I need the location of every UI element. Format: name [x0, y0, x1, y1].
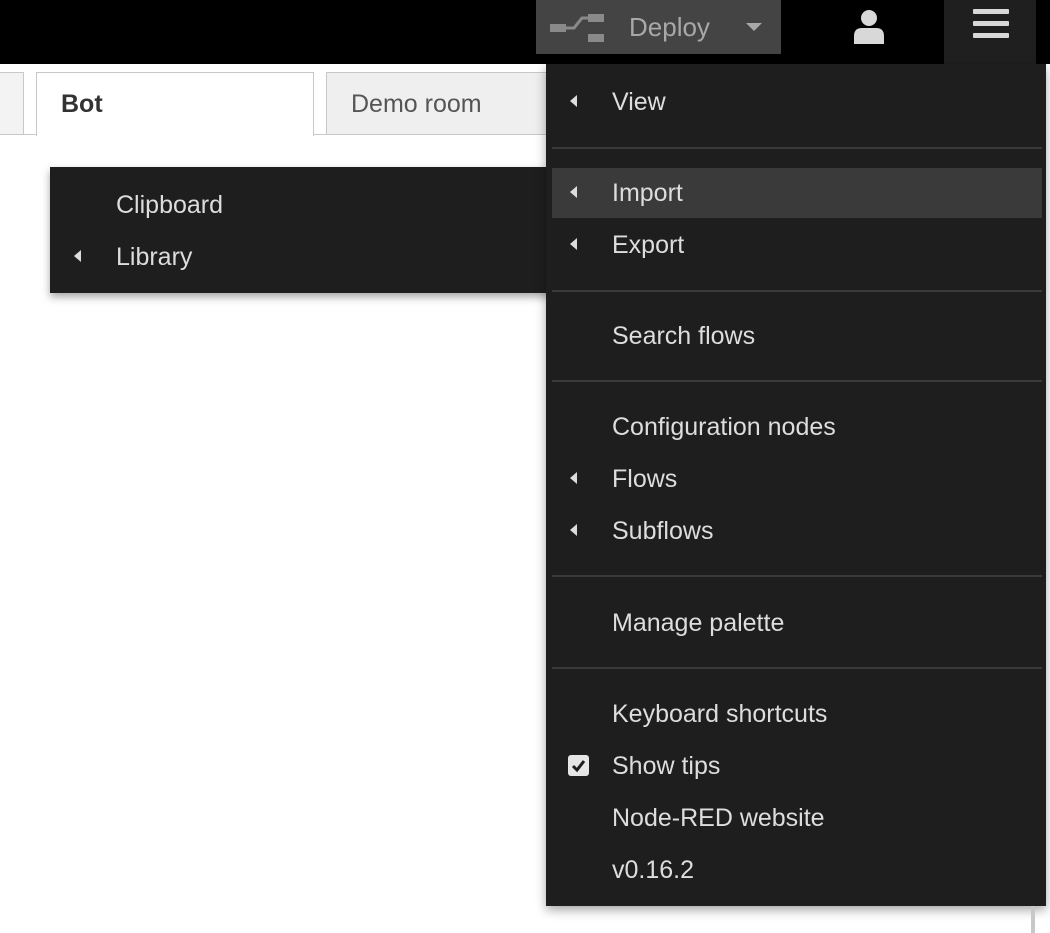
menu-item-node-red-website[interactable]: Node-RED website [546, 793, 1046, 843]
menu-item-label: Subflows [612, 517, 714, 545]
workspace-tabs: Bot Demo room [0, 64, 566, 136]
deploy-button[interactable]: Deploy [536, 0, 781, 54]
tab-label: Bot [61, 90, 103, 118]
menu-item-show-tips[interactable]: Show tips [546, 741, 1046, 791]
menu-item-subflows[interactable]: Subflows [546, 506, 1046, 556]
menu-item-label: Node-RED website [612, 804, 825, 832]
caret-left-icon [570, 524, 577, 536]
menu-divider [552, 667, 1042, 669]
menu-item-import[interactable]: Import [552, 168, 1042, 218]
menu-item-manage-palette[interactable]: Manage palette [546, 598, 1046, 648]
caret-left-icon [570, 95, 577, 107]
menu-item-label: Flows [612, 465, 678, 493]
menu-item-label: Search flows [612, 322, 756, 350]
menu-item-label: Export [612, 231, 685, 259]
menu-item-search-flows[interactable]: Search flows [546, 311, 1046, 361]
main-dropdown-menu: View Import Export Search flows Configur… [546, 64, 1046, 906]
menu-item-configuration-nodes[interactable]: Configuration nodes [546, 402, 1046, 452]
menu-item-export[interactable]: Export [546, 220, 1046, 270]
submenu-item-label: Clipboard [116, 191, 224, 219]
tab-demo-room[interactable]: Demo room [326, 72, 566, 134]
menu-item-version: v0.16.2 [546, 845, 1046, 895]
menu-item-label: Import [612, 179, 683, 207]
menu-item-label: Manage palette [612, 609, 785, 637]
caret-left-icon [570, 186, 577, 198]
chevron-down-icon[interactable] [746, 23, 762, 31]
checkbox-checked-icon[interactable] [568, 755, 589, 776]
caret-left-icon [570, 472, 577, 484]
menu-item-flows[interactable]: Flows [546, 454, 1046, 504]
menu-divider [552, 290, 1042, 292]
menu-divider [552, 575, 1042, 577]
user-menu-button[interactable] [838, 0, 900, 54]
menu-item-label: Configuration nodes [612, 413, 836, 441]
main-menu-button[interactable] [944, 0, 1036, 64]
menu-item-keyboard-shortcuts[interactable]: Keyboard shortcuts [546, 689, 1046, 739]
app-header: Deploy [0, 0, 1050, 64]
user-icon [854, 10, 884, 44]
submenu-item-label: Library [116, 243, 193, 271]
tab-bot[interactable]: Bot [36, 72, 314, 136]
menu-divider [552, 380, 1042, 382]
caret-left-icon [570, 238, 577, 250]
import-submenu: Clipboard Library [50, 167, 555, 293]
menu-item-label: Keyboard shortcuts [612, 700, 828, 728]
menu-item-label: View [612, 88, 666, 116]
scrollbar[interactable] [1031, 906, 1035, 933]
submenu-item-clipboard[interactable]: Clipboard [50, 180, 555, 230]
caret-left-icon [74, 250, 81, 262]
tab-label: Demo room [351, 90, 482, 118]
deploy-flow-icon [550, 14, 604, 42]
submenu-item-library[interactable]: Library [50, 232, 555, 282]
version-label: v0.16.2 [612, 856, 695, 884]
menu-item-view[interactable]: View [546, 77, 1046, 127]
menu-item-label: Show tips [612, 752, 721, 780]
deploy-label: Deploy [629, 12, 710, 42]
menu-divider [552, 147, 1042, 149]
tab-hidden[interactable] [0, 72, 24, 134]
